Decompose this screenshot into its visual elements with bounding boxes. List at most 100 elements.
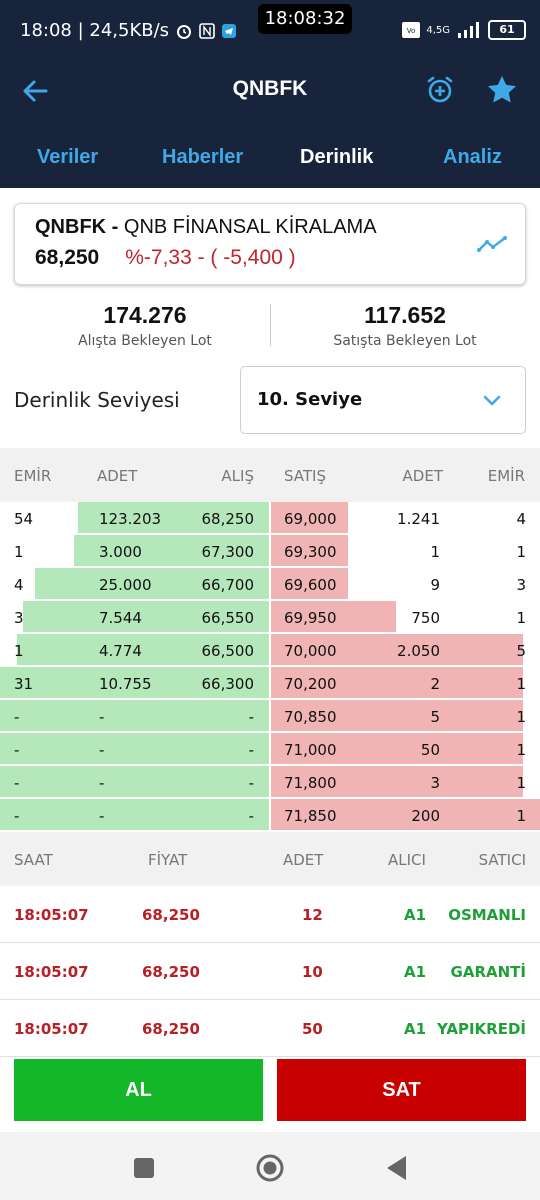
header-time: SAAT <box>14 851 53 869</box>
header-ask-qty: ADET <box>402 467 443 485</box>
bid-price: - <box>248 807 254 825</box>
ask-qty: 1 <box>430 543 440 561</box>
nav-back-icon[interactable] <box>384 1154 408 1182</box>
depth-row[interactable]: 54 123.203 68,250 69,000 1.241 4 <box>0 502 540 535</box>
ask-orders: 1 <box>516 741 526 759</box>
ask-qty: 1.241 <box>397 510 440 528</box>
app-bar: QNBFK <box>0 62 540 122</box>
stock-name: QNB FİNANSAL KİRALAMA <box>123 216 377 238</box>
ask-qty: 2.050 <box>397 642 440 660</box>
alarm-add-icon[interactable] <box>424 74 456 106</box>
header-price: FİYAT <box>148 851 188 869</box>
signal-icon <box>458 22 479 38</box>
bid-lots: 174.276 <box>103 302 187 328</box>
ask-price: 69,950 <box>284 609 337 627</box>
trade-buyer: A1 <box>404 906 427 924</box>
ask-price: 71,850 <box>284 807 337 825</box>
tab-analiz[interactable]: Analiz <box>443 146 502 169</box>
depth-level-dropdown[interactable]: 10. Seviye <box>240 366 526 434</box>
ask-lots: 117.652 <box>364 302 446 328</box>
nfc-icon <box>199 22 215 39</box>
bid-qty: 25.000 <box>99 576 152 594</box>
bid-orders: - <box>14 774 20 792</box>
status-left: 18:08 | 24,5KB/s <box>20 20 237 41</box>
depth-row[interactable]: 1 3.000 67,300 69,300 1 1 <box>0 535 540 568</box>
bid-price: 66,300 <box>201 675 255 693</box>
pending-lots-summary: 174.276 Alışta Bekleyen Lot 117.652 Satı… <box>0 294 540 360</box>
ask-orders: 1 <box>516 675 526 693</box>
status-time-speed: 18:08 | 24,5KB/s <box>20 20 170 41</box>
stock-price: 68,250 <box>35 246 100 269</box>
header-ask-orders: EMİR <box>487 467 525 485</box>
bid-qty: 10.755 <box>99 675 152 693</box>
stock-change: %-7,33 - ( -5,400 ) <box>125 246 296 269</box>
recent-apps-icon[interactable] <box>134 1158 154 1178</box>
tab-veriler[interactable]: Veriler <box>37 146 98 169</box>
depth-row[interactable]: - - - 71,800 3 1 <box>0 766 540 799</box>
bid-summary: 174.276 Alışta Bekleyen Lot <box>10 294 280 349</box>
depth-row[interactable]: - - - 71,850 200 1 <box>0 799 540 832</box>
trade-row[interactable]: 18:05:07 68,250 12 A1 OSMANLI <box>0 886 540 943</box>
bid-orders: 1 <box>14 642 24 660</box>
trade-seller: OSMANLI <box>448 906 526 924</box>
ask-price: 70,200 <box>284 675 337 693</box>
trade-buyer: A1 <box>404 963 427 981</box>
tab-derinlik[interactable]: Derinlik <box>300 146 373 169</box>
bid-orders: 1 <box>14 543 24 561</box>
ask-price: 71,000 <box>284 741 337 759</box>
status-right: Vo 4,5G 61 <box>402 20 526 40</box>
bid-orders: - <box>14 807 20 825</box>
depth-row[interactable]: 1 4.774 66,500 70,000 2.050 5 <box>0 634 540 667</box>
bid-orders: - <box>14 708 20 726</box>
ask-orders: 5 <box>516 642 526 660</box>
ask-qty: 9 <box>430 576 440 594</box>
trade-row[interactable]: 18:05:07 68,250 10 A1 GARANTİ <box>0 943 540 1000</box>
depth-row[interactable]: - - - 71,000 50 1 <box>0 733 540 766</box>
bid-price: 68,250 <box>201 510 255 528</box>
trade-price: 68,250 <box>142 963 200 981</box>
trade-time: 18:05:07 <box>14 1020 89 1038</box>
depth-row[interactable]: 4 25.000 66,700 69,600 9 3 <box>0 568 540 601</box>
trade-qty: 10 <box>302 963 323 981</box>
network-type: 4,5G <box>426 24 450 36</box>
bid-price: - <box>248 708 254 726</box>
system-nav-bar <box>0 1132 540 1200</box>
ask-qty: 5 <box>430 708 440 726</box>
ask-orders: 1 <box>516 609 526 627</box>
stock-title: QNBFK - QNB FİNANSAL KİRALAMA <box>35 216 377 239</box>
depth-level-label: Derinlik Seviyesi <box>14 388 180 412</box>
star-icon[interactable] <box>486 74 518 106</box>
battery-icon: 61 <box>488 20 526 40</box>
bid-qty: - <box>99 741 105 759</box>
depth-row[interactable]: 3 7.544 66,550 69,950 750 1 <box>0 601 540 634</box>
bid-price: - <box>248 741 254 759</box>
ask-orders: 3 <box>516 576 526 594</box>
trade-price: 68,250 <box>142 1020 200 1038</box>
bid-volume-bar <box>0 799 269 830</box>
ask-qty: 3 <box>430 774 440 792</box>
sell-button[interactable]: SAT <box>277 1059 526 1121</box>
depth-table-header: EMİR ADET ALIŞ SATIŞ ADET EMİR <box>0 448 540 502</box>
ask-orders: 1 <box>516 708 526 726</box>
ask-lots-label: Satışta Bekleyen Lot <box>333 333 477 349</box>
trade-price: 68,250 <box>142 906 200 924</box>
trade-row[interactable]: 18:05:07 68,250 50 A1 YAPIKREDİ <box>0 1000 540 1057</box>
bid-lots-label: Alışta Bekleyen Lot <box>78 333 212 349</box>
line-chart-icon[interactable] <box>477 234 507 254</box>
stock-symbol: QNBFK - <box>35 216 119 238</box>
telegram-icon <box>222 23 237 38</box>
trade-qty: 12 <box>302 906 323 924</box>
trade-seller: YAPIKREDİ <box>436 1020 526 1038</box>
ask-qty: 2 <box>430 675 440 693</box>
tab-haberler[interactable]: Haberler <box>162 146 243 169</box>
bid-qty: 123.203 <box>99 510 162 528</box>
back-arrow-icon[interactable] <box>20 76 50 106</box>
bid-qty: - <box>99 807 105 825</box>
trades-table-header: SAAT FİYAT ADET ALICI SATICI <box>0 832 540 886</box>
home-icon[interactable] <box>256 1154 284 1182</box>
depth-row[interactable]: 31 10.755 66,300 70,200 2 1 <box>0 667 540 700</box>
bid-qty: - <box>99 708 105 726</box>
depth-row[interactable]: - - - 70,850 5 1 <box>0 700 540 733</box>
buy-button[interactable]: AL <box>14 1059 263 1121</box>
bid-orders: - <box>14 741 20 759</box>
